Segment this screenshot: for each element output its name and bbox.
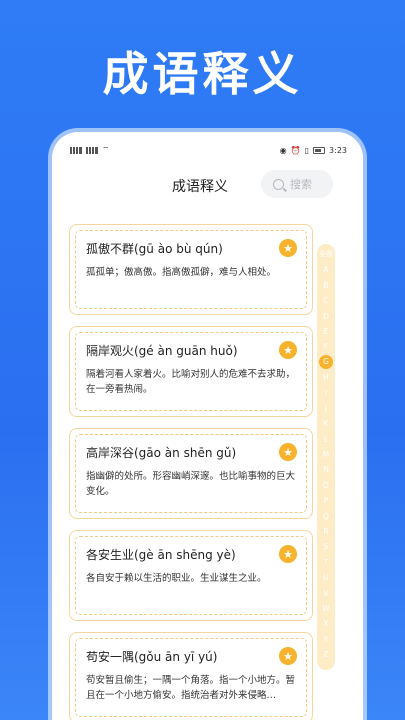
index-letter-u[interactable]: U [317, 570, 335, 585]
index-letter-l[interactable]: L [317, 432, 335, 447]
idiom-card[interactable]: 隔岸观火(gé àn guān huǒ) 隔着河看人家着火。比喻对别人的危难不去… [69, 326, 313, 417]
index-letter-v[interactable]: V [317, 586, 335, 601]
index-item-all[interactable]: 全部 [317, 247, 335, 262]
index-letter-r[interactable]: R [317, 524, 335, 539]
idiom-list: 孤傲不群(gū ào bù qún) 孤孤单；傲高傲。指高傲孤僻，难与人相处。 … [69, 224, 313, 720]
index-letter-x[interactable]: X [317, 616, 335, 631]
alphabet-index-bar[interactable]: 全部 ABCDEFGHIJKLMNOPQRSTUVWXYZ [317, 244, 335, 670]
index-letter-z[interactable]: Z [317, 647, 335, 662]
index-letter-n[interactable]: N [317, 462, 335, 477]
idiom-description: 苟安暂且偷生；一隅一个角落。指一个小地方。暂且在一个小地方偷安。指统治者对外来侵… [86, 675, 296, 701]
app-header: 成语释义 搜索 [52, 170, 363, 210]
alarm-icon: ⏰ [290, 145, 301, 155]
promo-title: 成语释义 [102, 47, 303, 101]
eye-icon: ◉ [279, 145, 287, 155]
search-input[interactable]: 搜索 [261, 170, 333, 198]
idiom-title: 苟安一隅(gǒu ān yī yú) [86, 650, 218, 664]
index-letter-i[interactable]: I [317, 386, 335, 401]
index-letter-g[interactable]: G [319, 355, 333, 370]
phone-screen: ⌔ ◉ ⏰ ▯ 3:23 成语释义 搜索 孤傲不群(gū ào bù qún) … [52, 132, 363, 720]
favorite-star-icon[interactable]: ★ [279, 239, 297, 257]
index-letter-c[interactable]: C [317, 293, 335, 308]
index-letter-q[interactable]: Q [317, 509, 335, 524]
search-placeholder: 搜索 [290, 178, 312, 191]
index-letter-e[interactable]: E [317, 324, 335, 339]
index-letter-j[interactable]: J [317, 401, 335, 416]
battery-icon [313, 146, 326, 154]
idiom-card[interactable]: 苟安一隅(gǒu ān yī yú) 苟安暂且偷生；一隅一个角落。指一个小地方。… [69, 632, 313, 720]
index-letter-h[interactable]: H [317, 370, 335, 385]
index-letter-f[interactable]: F [317, 339, 335, 354]
index-letter-m[interactable]: M [317, 447, 335, 462]
status-time: 3:23 [329, 145, 347, 155]
idiom-description: 指幽僻的处所。形容幽峭深邃。也比喻事物的巨大变化。 [86, 471, 296, 497]
index-letter-y[interactable]: Y [317, 632, 335, 647]
signal-icon [86, 146, 98, 154]
page-title: 成语释义 [172, 179, 228, 195]
index-letter-d[interactable]: D [317, 309, 335, 324]
favorite-star-icon[interactable]: ★ [279, 443, 297, 461]
status-bar: ⌔ ◉ ⏰ ▯ 3:23 [52, 140, 363, 160]
index-letter-o[interactable]: O [317, 478, 335, 493]
index-letter-p[interactable]: P [317, 493, 335, 508]
idiom-title: 隔岸观火(gé àn guān huǒ) [86, 344, 238, 358]
idiom-title: 高岸深谷(gāo àn shēn gǔ) [86, 446, 237, 460]
index-letter-s[interactable]: S [317, 539, 335, 554]
favorite-star-icon[interactable]: ★ [279, 647, 297, 665]
index-letter-t[interactable]: T [317, 555, 335, 570]
index-letter-b[interactable]: B [317, 278, 335, 293]
idiom-description: 孤孤单；傲高傲。指高傲孤僻，难与人相处。 [86, 267, 277, 278]
index-letter-w[interactable]: W [317, 601, 335, 616]
idiom-card[interactable]: 各安生业(gè ān shēng yè) 各自安于赖以生活的职业。生业谋生之业。… [69, 530, 313, 621]
idiom-title: 孤傲不群(gū ào bù qún) [86, 242, 223, 256]
idiom-card[interactable]: 孤傲不群(gū ào bù qún) 孤孤单；傲高傲。指高傲孤僻，难与人相处。 … [69, 224, 313, 315]
idiom-description: 各自安于赖以生活的职业。生业谋生之业。 [86, 573, 267, 584]
wifi-icon: ⌔ [102, 145, 110, 154]
signal-icon [70, 146, 82, 154]
idiom-description: 隔着河看人家着火。比喻对别人的危难不去求助，在一旁看热闹。 [86, 369, 296, 395]
idiom-card[interactable]: 高岸深谷(gāo àn shēn gǔ) 指幽僻的处所。形容幽峭深邃。也比喻事物… [69, 428, 313, 519]
idiom-title: 各安生业(gè ān shēng yè) [86, 548, 236, 562]
vibrate-icon: ▯ [304, 145, 310, 155]
favorite-star-icon[interactable]: ★ [279, 341, 297, 359]
index-letter-k[interactable]: K [317, 416, 335, 431]
search-icon [273, 178, 284, 190]
favorite-star-icon[interactable]: ★ [279, 545, 297, 563]
index-letter-a[interactable]: A [317, 262, 335, 277]
